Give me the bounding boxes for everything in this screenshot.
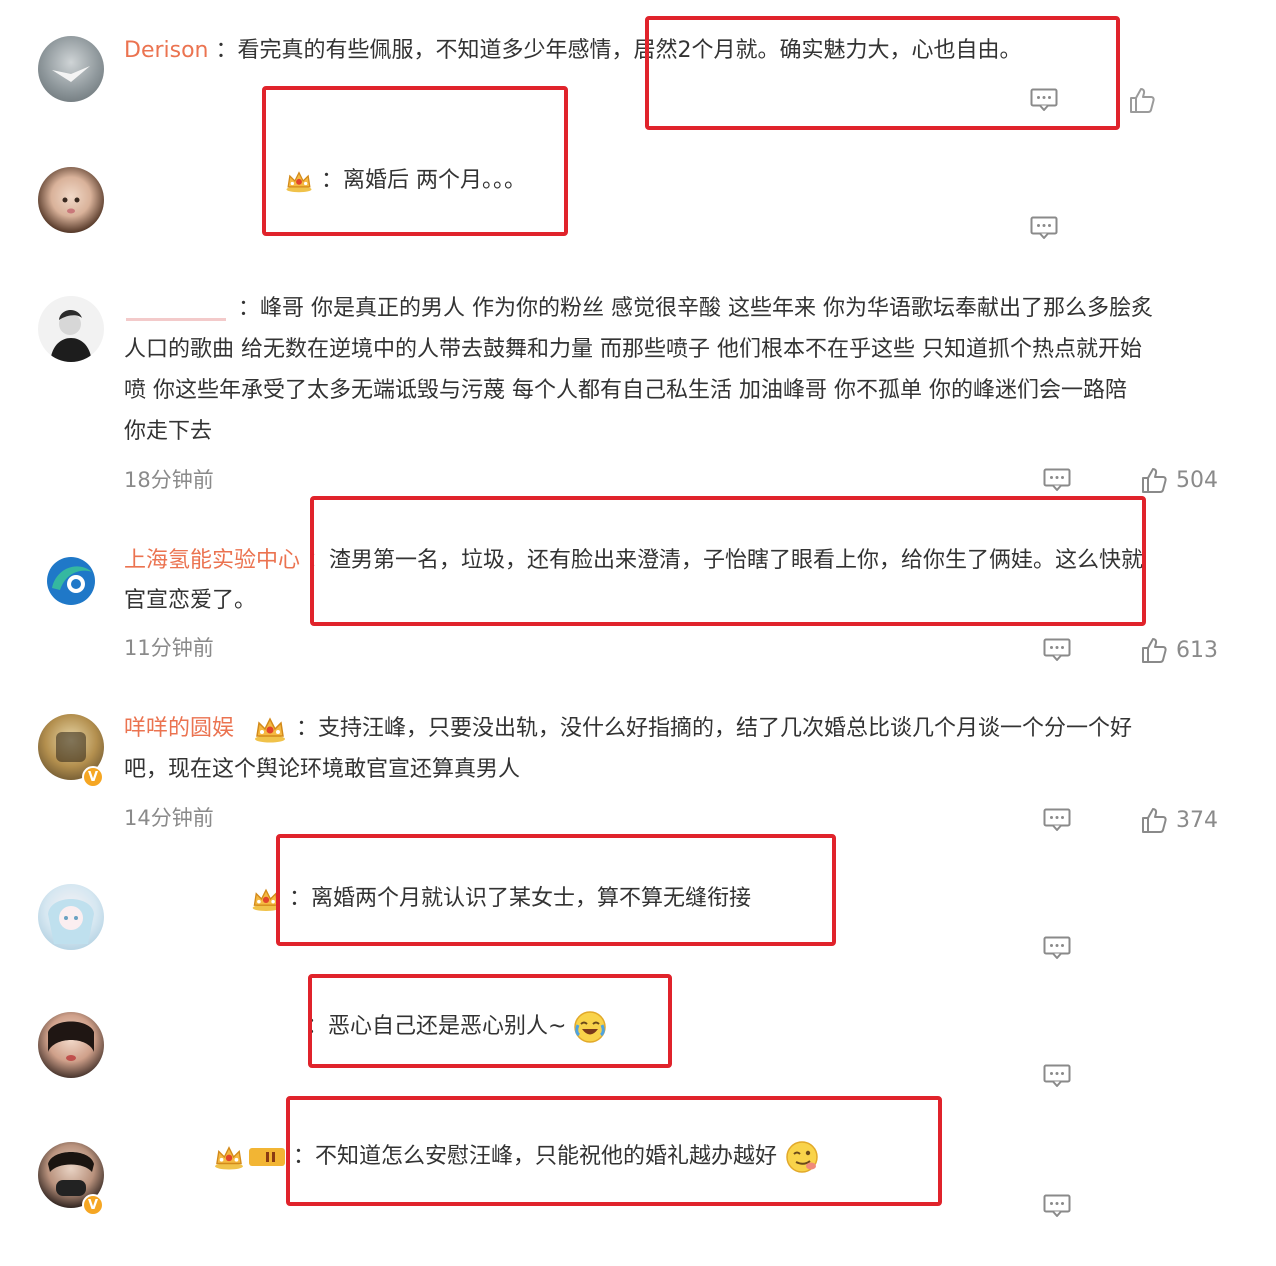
verified-badge-icon: V xyxy=(82,1194,104,1216)
comment-text: ：不知道怎么安慰汪峰，只能祝他的婚礼越办越好 xyxy=(293,1144,778,1169)
comment-text: ：离婚两个月就认识了某女士，算不算无缝衔接 xyxy=(289,886,752,911)
avatar-face-icon xyxy=(62,197,80,214)
comment-text: 官宣恋爱了。 xyxy=(124,588,257,613)
avatar-logo-icon xyxy=(52,66,90,82)
reply-icon[interactable] xyxy=(1043,468,1071,492)
like-icon[interactable] xyxy=(1128,86,1156,114)
comment-text: ：支持汪峰，只要没出轨，没什么好指摘的，结了几次婚总比谈几个月谈一个分一个好 xyxy=(296,716,1133,741)
comment-text: ：看完真的有些佩服，不知道多少年感情，居然2个月就。确实魅力大，心也自由。 xyxy=(215,38,1022,63)
reply-icon[interactable] xyxy=(1030,88,1058,112)
avatar-portrait-icon xyxy=(50,309,92,362)
laugh-cry-emoji-icon xyxy=(574,1011,607,1043)
thumbs-up-icon xyxy=(1140,806,1168,834)
vip-level-icon xyxy=(249,1148,285,1166)
reply-icon[interactable] xyxy=(1043,1194,1071,1218)
reply-icon[interactable] xyxy=(1043,1064,1071,1088)
timestamp: 11分钟前 xyxy=(124,636,214,660)
like-count: 504 xyxy=(1176,467,1218,493)
avatar[interactable] xyxy=(38,1012,104,1078)
avatar[interactable] xyxy=(38,167,104,233)
avatar-anime-icon xyxy=(48,899,94,944)
comment-text: 吧，现在这个舆论环境敢官宣还算真男人 xyxy=(124,757,521,782)
timestamp: 14分钟前 xyxy=(124,806,214,830)
comment-text: ：峰哥 你是真正的男人 作为你的粉丝 感觉很辛酸 这些年来 你为华语歌坛奉献出了… xyxy=(238,296,1153,321)
comment-text: 你走下去 xyxy=(124,419,213,444)
crown-badge-icon xyxy=(284,169,314,193)
comment-text: 喷 你这些年承受了太多无端诋毁与污蔑 每个人都有自己私生活 加油峰哥 你不孤单 … xyxy=(124,378,1127,403)
thumbs-up-icon xyxy=(1140,636,1168,664)
avatar[interactable] xyxy=(38,296,104,362)
username[interactable]: 咩咩的圆娱 xyxy=(124,716,234,741)
avatar-face-icon xyxy=(48,1021,94,1061)
username[interactable]: Derison xyxy=(124,38,209,63)
thumbs-up-icon xyxy=(1140,466,1168,494)
like-button[interactable]: 374 xyxy=(1140,806,1218,834)
comment-text: ：恶心自己还是恶心别人~ xyxy=(306,1014,567,1039)
crown-badge-icon xyxy=(251,715,289,743)
smirk-emoji-icon xyxy=(786,1141,818,1173)
reply-icon[interactable] xyxy=(1030,216,1058,240)
verified-badge-icon: V xyxy=(82,766,104,788)
comment-text: ：渣男第一名，垃圾，还有脸出来澄清，子怡瞎了眼看上你，给你生了俩娃。这么快就 xyxy=(307,548,1144,573)
reply-icon[interactable] xyxy=(1043,638,1071,662)
like-count: 374 xyxy=(1176,807,1218,833)
avatar[interactable] xyxy=(38,36,104,102)
reply-icon[interactable] xyxy=(1043,808,1071,832)
hidden-username xyxy=(126,318,226,321)
reply-icon[interactable] xyxy=(1043,936,1071,960)
avatar[interactable] xyxy=(38,548,104,614)
level-badge xyxy=(212,1144,286,1170)
avatar-org-logo-icon xyxy=(47,557,95,605)
comment-text: 人口的歌曲 给无数在逆境中的人带去鼓舞和力量 而那些喷子 他们根本不在乎这些 只… xyxy=(124,337,1142,362)
like-button[interactable]: 613 xyxy=(1140,636,1218,664)
timestamp: 18分钟前 xyxy=(124,468,214,492)
like-button[interactable]: 504 xyxy=(1140,466,1218,494)
crown-badge-icon xyxy=(212,1144,246,1170)
avatar[interactable] xyxy=(38,884,104,950)
crown-badge-icon xyxy=(250,886,282,912)
username[interactable]: 上海氢能实验中心 xyxy=(124,548,300,573)
like-count: 613 xyxy=(1176,637,1218,663)
comment-text: ：离婚后 两个月。。。 xyxy=(321,168,526,193)
